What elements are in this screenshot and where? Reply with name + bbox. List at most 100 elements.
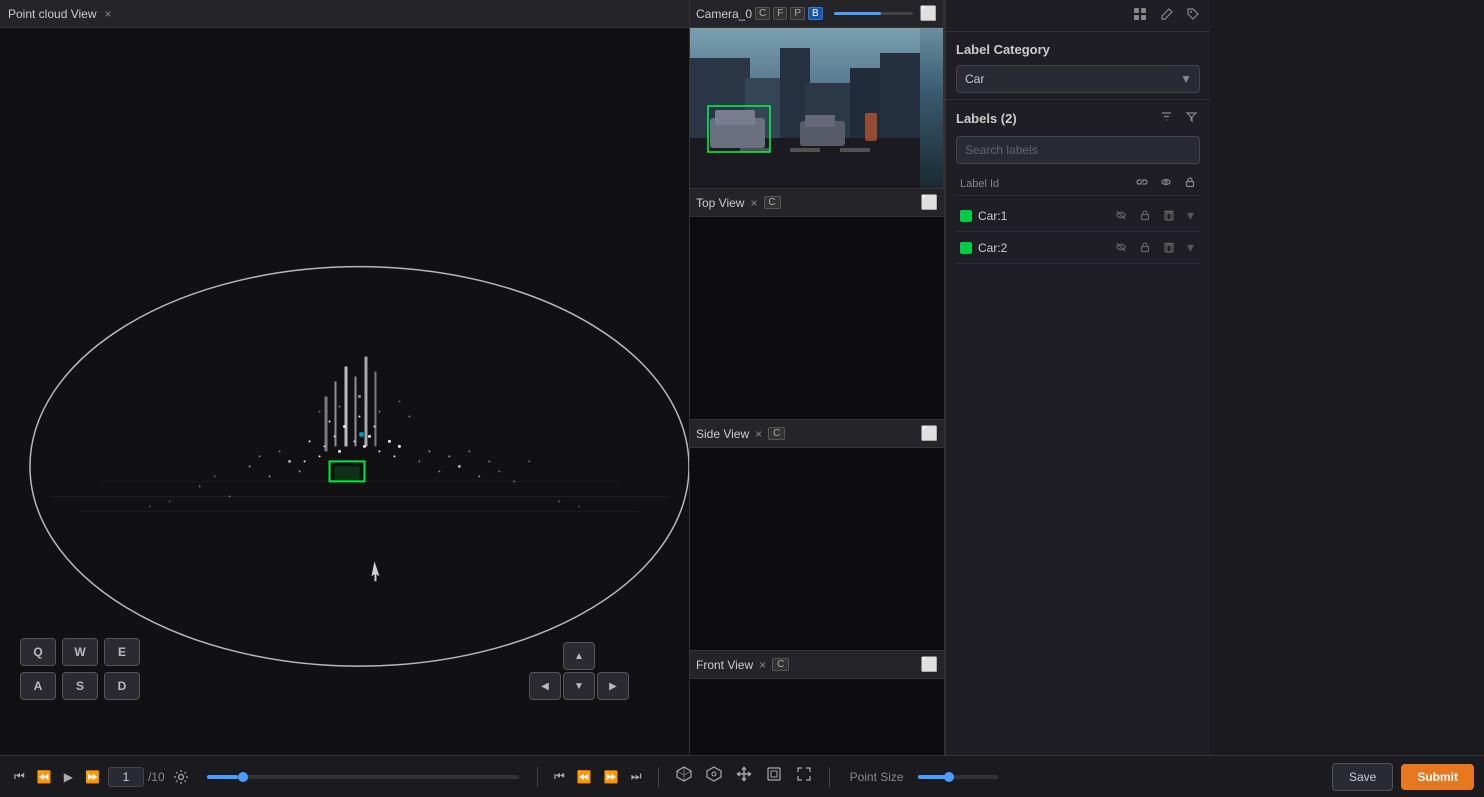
label-category-section: Label Category Car Truck Person Bicycle …	[946, 32, 1210, 99]
labels-header: Labels (2)	[956, 108, 1200, 128]
camera-slider-track[interactable]	[834, 12, 913, 15]
sort-icon-btn[interactable]	[1158, 108, 1175, 128]
point-cloud-content[interactable]: Q W E A S D ▲ ◀ ▼ ▶	[0, 28, 689, 755]
search-labels-input[interactable]	[956, 136, 1200, 164]
label-panel-header	[946, 0, 1210, 32]
top-view-label: Top View	[696, 196, 744, 210]
submit-button[interactable]: Submit	[1401, 764, 1474, 790]
keyboard-overlay: Q W E A S D	[20, 638, 140, 700]
label-actions-car2: ▾	[1113, 237, 1196, 258]
side-view-expand-btn[interactable]: ⬜	[921, 425, 938, 442]
point-cloud-close-btn[interactable]: ×	[103, 7, 114, 21]
nav-arrows-overlay: ▲ ◀ ▼ ▶	[529, 642, 629, 700]
label-category-title: Label Category	[956, 42, 1200, 57]
car2-lock-btn[interactable]	[1137, 237, 1153, 258]
key-d[interactable]: D	[104, 672, 140, 700]
label-panel-tag-btn[interactable]	[1184, 5, 1202, 26]
camera-badge-b: B	[808, 7, 823, 20]
top-view-header: Top View × C ⬜	[690, 189, 944, 217]
cube-tool-btn[interactable]	[671, 761, 697, 792]
top-view-expand-btn[interactable]: ⬜	[921, 194, 938, 211]
key-row-2: A S D	[20, 672, 140, 700]
camera-expand-btn[interactable]: ⬜	[920, 5, 937, 22]
next2-btn[interactable]: ⏩	[600, 768, 623, 786]
side-view-badge: C	[768, 427, 785, 440]
label-name-car1: Car:1	[978, 209, 1113, 223]
move-tool-btn[interactable]	[731, 761, 757, 792]
arrow-down-btn[interactable]: ▼	[563, 672, 595, 700]
key-a[interactable]: A	[20, 672, 56, 700]
frame-number-input[interactable]: 1	[108, 767, 144, 787]
separator-2	[658, 767, 659, 787]
maximize-tool-btn[interactable]	[791, 761, 817, 792]
timeline-controls: ⏮ ⏪ ▶ ⏩ 1 /10	[10, 767, 193, 787]
rotate-tool-btn[interactable]	[701, 761, 727, 792]
next-btn[interactable]: ⏩	[81, 768, 104, 786]
labels-section: Labels (2)	[946, 99, 1210, 268]
side-view-label: Side View	[696, 427, 749, 441]
car1-delete-btn[interactable]	[1161, 205, 1177, 226]
side-view-header: Side View × C ⬜	[690, 420, 944, 448]
label-panel-icon1-btn[interactable]	[1130, 4, 1150, 27]
arrow-up-btn[interactable]: ▲	[563, 642, 595, 670]
top-view-content[interactable]	[690, 217, 944, 419]
timeline-track[interactable]	[207, 775, 519, 779]
car1-lock-btn[interactable]	[1137, 205, 1153, 226]
save-button[interactable]: Save	[1332, 763, 1393, 791]
key-s[interactable]: S	[62, 672, 98, 700]
annotation-tools: ⏮ ⏪ ⏩ ⏭	[550, 767, 646, 786]
car2-eye-slash-btn[interactable]	[1113, 237, 1129, 258]
total-frames-label: /10	[148, 770, 165, 784]
skip-start2-btn[interactable]: ⏮	[550, 767, 569, 786]
top-view-section: Top View × C ⬜	[690, 189, 944, 420]
category-select[interactable]: Car Truck Person Bicycle	[956, 65, 1200, 93]
point-size-track[interactable]	[918, 775, 998, 779]
side-view-close-btn[interactable]: ×	[753, 427, 764, 441]
front-view-content[interactable]	[690, 679, 944, 755]
front-view-expand-btn[interactable]: ⬜	[921, 656, 938, 673]
label-row-car1[interactable]: Car:1	[956, 200, 1200, 232]
scale-tool-btn[interactable]	[761, 761, 787, 792]
camera-panel: Camera_0 C F P B ⬜	[690, 0, 944, 189]
car1-expand-btn[interactable]: ▾	[1185, 205, 1196, 226]
label-row-car2[interactable]: Car:2	[956, 232, 1200, 264]
car1-eye-slash-btn[interactable]	[1113, 205, 1129, 226]
filter-icon-btn[interactable]	[1183, 108, 1200, 128]
play-btn[interactable]: ▶	[60, 768, 77, 786]
point-size-label: Point Size	[850, 770, 904, 784]
arrow-right-btn[interactable]: ▶	[597, 672, 629, 700]
label-table-header: Label Id	[956, 172, 1200, 196]
arrow-left-btn[interactable]: ◀	[529, 672, 561, 700]
label-id-column-header: Label Id	[960, 178, 1136, 190]
bottom-bar: ⏮ ⏪ ▶ ⏩ 1 /10 ⏮ ⏪ ⏩ ⏭	[0, 755, 1484, 797]
camera-image	[690, 28, 943, 188]
top-view-badge: C	[764, 196, 781, 209]
car2-expand-btn[interactable]: ▾	[1185, 237, 1196, 258]
front-view-close-btn[interactable]: ×	[757, 658, 768, 672]
front-view-label: Front View	[696, 658, 753, 672]
label-panel: Label Category Car Truck Person Bicycle …	[945, 0, 1210, 755]
side-view-content[interactable]	[690, 448, 944, 650]
car2-delete-btn[interactable]	[1161, 237, 1177, 258]
label-name-car2: Car:2	[978, 241, 1113, 255]
camera-title: Camera_0	[696, 7, 752, 21]
camera-badge-p: P	[790, 7, 805, 20]
key-e[interactable]: E	[104, 638, 140, 666]
point-cloud-header: Point cloud View ×	[0, 0, 689, 28]
prev2-btn[interactable]: ⏪	[573, 768, 596, 786]
prev-btn[interactable]: ⏪	[33, 768, 56, 786]
top-view-close-btn[interactable]: ×	[748, 196, 759, 210]
key-row-1: Q W E	[20, 638, 140, 666]
link-icon-header	[1136, 176, 1148, 191]
camera-header: Camera_0 C F P B ⬜	[690, 0, 943, 28]
key-w[interactable]: W	[62, 638, 98, 666]
front-view-header: Front View × C ⬜	[690, 651, 944, 679]
label-actions-column	[1136, 176, 1196, 191]
skip-end2-btn[interactable]: ⏭	[627, 767, 646, 786]
skip-start-btn[interactable]: ⏮	[10, 767, 29, 786]
settings-btn[interactable]	[169, 767, 193, 787]
filter-icons	[1158, 108, 1200, 128]
key-q[interactable]: Q	[20, 638, 56, 666]
camera-badge-c: C	[755, 7, 770, 20]
label-panel-edit-btn[interactable]	[1158, 5, 1176, 26]
